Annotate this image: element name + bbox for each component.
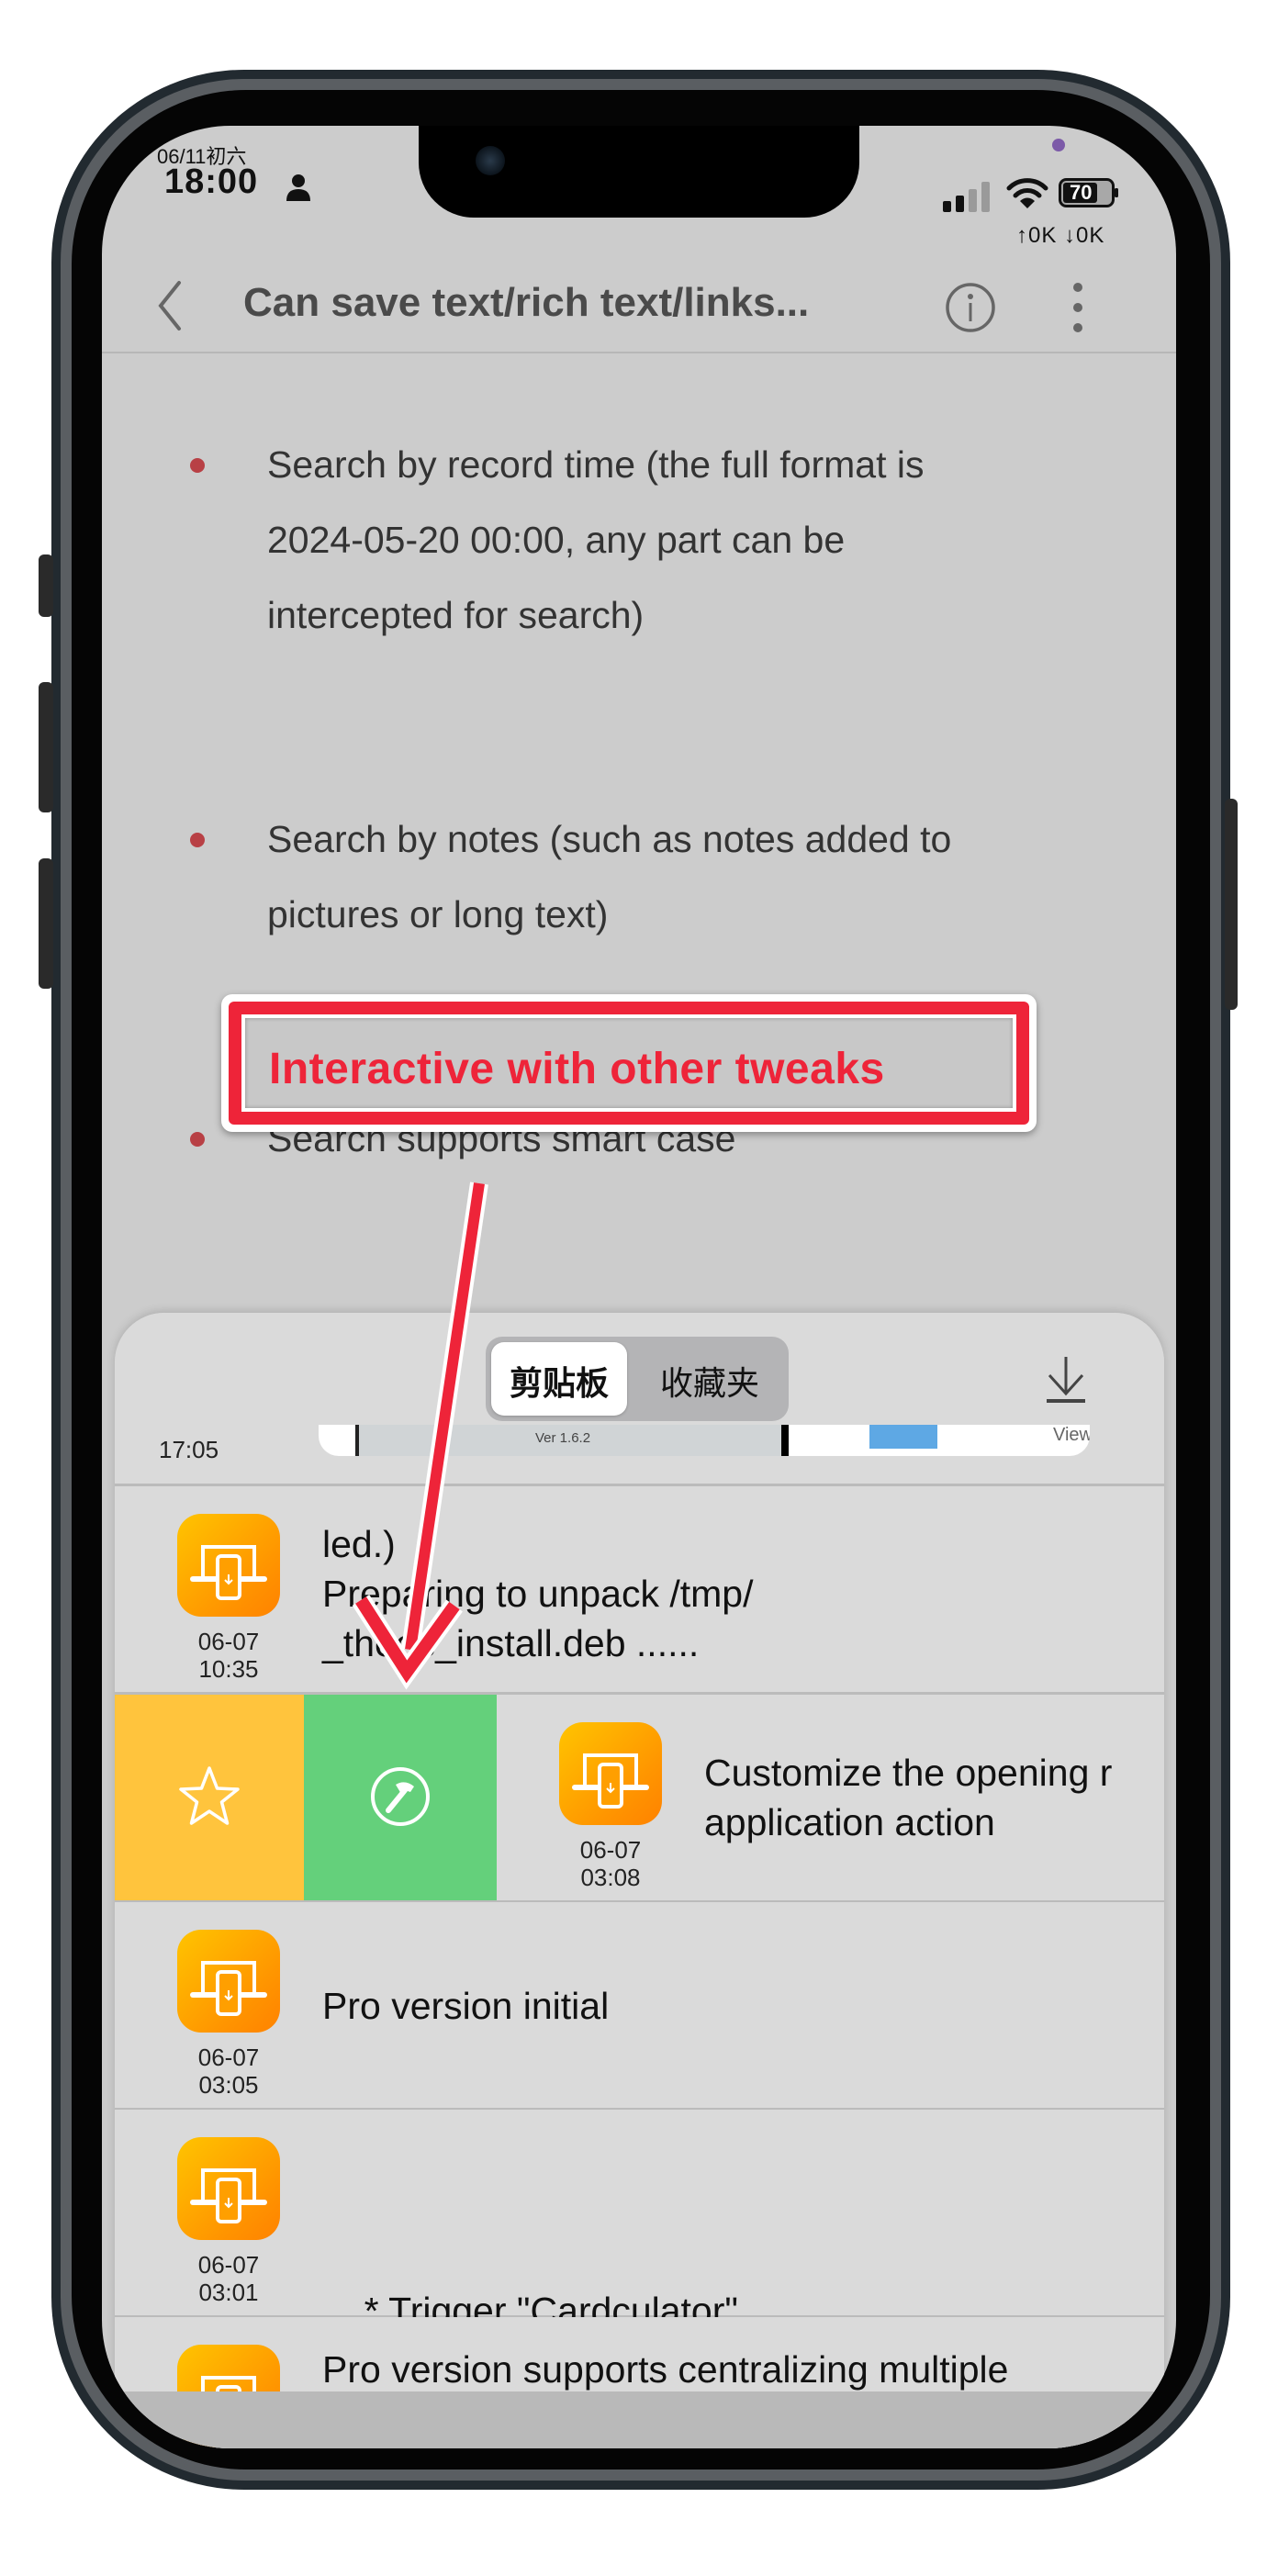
clip-row[interactable]: 06-07 03:05 Pro version initial (115, 1902, 1164, 2111)
laptop-phone-icon (190, 1545, 267, 1600)
app-icon (177, 2137, 280, 2240)
row-text: led.) Preparing to unpack /tmp/ _theos_i… (322, 1519, 753, 1668)
row-time: 17:05 (159, 1436, 219, 1463)
row-date-day: 06-07 (197, 1628, 260, 1655)
download-icon[interactable] (1044, 1355, 1088, 1405)
app-icon (177, 1930, 280, 2033)
favorite-action-button[interactable] (115, 1695, 304, 1900)
clip-row-partial[interactable]: 17:05 Ver 1.6.2 View (115, 1425, 1164, 1486)
row-line: Preparing to unpack /tmp/ (322, 1573, 754, 1615)
person-icon (286, 174, 310, 201)
laptop-phone-icon (190, 2168, 267, 2223)
preview-version: Ver 1.6.2 (535, 1430, 591, 1446)
row-date: 06-07 10:35 (177, 1628, 280, 1683)
tool-action-button[interactable] (304, 1695, 497, 1900)
preview-play-icon (869, 1425, 937, 1449)
row-line: application action (704, 1801, 995, 1843)
tab-clipboard-label[interactable]: 剪贴板 (510, 1357, 609, 1405)
bullet-dot (190, 1132, 205, 1147)
annotation-border: Interactive with other tweaks (229, 1002, 1029, 1125)
row-date-time: 10:35 (198, 1655, 259, 1683)
row-date: 06-07 03:05 (177, 2044, 280, 2099)
nav-bar: Can save text/rich text/links... (102, 260, 1176, 353)
bullet-dot (190, 833, 205, 847)
power-button (1225, 799, 1238, 1010)
row-text: Pro version initial (322, 1981, 609, 2031)
bullet-line: Search by record time (the full format i… (267, 443, 925, 486)
preview-thumbnail: Ver 1.6.2 View (319, 1425, 1090, 1456)
network-speed: ↑0K ↓0K (1016, 223, 1105, 248)
hammer-circle-icon (371, 1767, 430, 1826)
segmented-control: 剪贴板 收藏夹 (486, 1337, 789, 1421)
row-date: 06-07 03:01 (177, 2251, 280, 2306)
row-line: Pro version initial (322, 1985, 610, 2027)
star-icon (179, 1766, 240, 1825)
tab-favorites-label[interactable]: 收藏夹 (660, 1357, 759, 1405)
row-line: Customize the opening r (704, 1752, 1113, 1794)
app-icon (559, 1722, 662, 1825)
volume-down-button (39, 858, 53, 989)
row-line: _theos_install.deb ...... (322, 1622, 700, 1664)
status-time: 18:00 (164, 162, 259, 201)
bullet-line: Search by notes (such as notes added to (267, 818, 952, 860)
laptop-phone-icon (190, 1961, 267, 2016)
bullet-text: Search by notes (such as notes added to … (267, 801, 1130, 952)
row-date-day: 06-07 (197, 2251, 260, 2279)
annotation-callout: Interactive with other tweaks (221, 994, 1037, 1132)
clipboard-sheet: 17:05 Ver 1.6.2 View 剪贴板 收藏夹 06-07 10:35… (115, 1313, 1164, 2448)
dynamic-island (419, 126, 859, 218)
app-icon (177, 1514, 280, 1617)
vertical-ellipsis-icon[interactable] (1071, 282, 1084, 333)
info-circle-icon[interactable] (945, 282, 996, 333)
wifi-icon (1006, 178, 1048, 208)
bullet-dot (190, 458, 205, 473)
bullet-line: pictures or long text) (267, 893, 609, 935)
preview-tail: View (1053, 1425, 1090, 1445)
row-date: 06-07 03:08 (559, 1836, 662, 1891)
clip-row[interactable]: 06-07 10:35 led.) Preparing to unpack /t… (115, 1486, 1164, 1695)
annotation-inner-border: Interactive with other tweaks (241, 1014, 1016, 1112)
row-line: Pro version supports centralizing multip… (322, 2348, 1009, 2391)
clip-row[interactable]: 06-07 03:01 * Trigger "Cardculator" (115, 2110, 1164, 2332)
front-camera (476, 146, 505, 175)
row-date-time: 03:05 (198, 2071, 259, 2099)
volume-up-button (39, 682, 53, 812)
privacy-indicator-dot (1052, 139, 1065, 151)
battery-level: 70 (1070, 181, 1093, 204)
row-date-time: 03:01 (198, 2279, 259, 2306)
row-date-time: 03:08 (580, 1864, 641, 1891)
row-date-day: 06-07 (579, 1836, 642, 1864)
annotation-label: Interactive with other tweaks (269, 1045, 885, 1093)
clip-row-swiped[interactable]: 06-07 03:08 Customize the opening r appl… (115, 1695, 1164, 1903)
row-text: Customize the opening r application acti… (704, 1748, 1112, 1847)
bullet-line: 2024-05-20 00:00, any part can be (267, 519, 846, 561)
annotation-fill: Interactive with other tweaks (245, 1018, 1013, 1108)
row-date-day: 06-07 (197, 2044, 260, 2071)
screen: 06/11初六 18:00 70 ↑0K ↓0K Can save text/r… (102, 126, 1176, 2448)
signal-icon (943, 182, 990, 212)
action-button (39, 554, 53, 617)
page-title: Can save text/rich text/links... (243, 280, 810, 325)
row-line: led.) (322, 1523, 396, 1565)
bullet-line: intercepted for search) (267, 594, 645, 636)
bullet-text: Search by record time (the full format i… (267, 427, 1130, 653)
screen-bottom-edge (102, 2391, 1176, 2448)
chevron-left-icon[interactable] (155, 280, 183, 331)
laptop-phone-icon (572, 1753, 649, 1809)
